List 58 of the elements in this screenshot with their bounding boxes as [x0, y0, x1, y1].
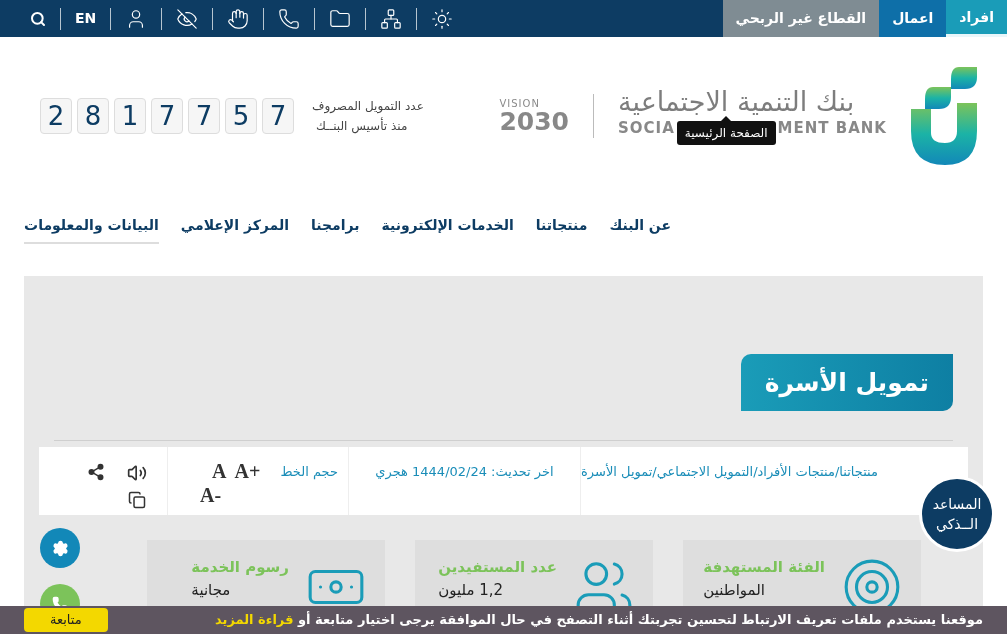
- share-icon[interactable]: [87, 463, 105, 481]
- nav-link[interactable]: الخدمات الإلكترونية: [381, 206, 514, 244]
- card-value: المواطنين: [703, 579, 766, 601]
- speaker-icon[interactable]: [127, 463, 147, 483]
- counter-label: منذ تأسيس البنــك: [316, 116, 408, 136]
- accept-button[interactable]: متابعة: [24, 608, 108, 632]
- font-smaller-button[interactable]: A-: [200, 483, 222, 507]
- card-title: الفئة المستهدفة: [703, 557, 825, 578]
- tooltip: الصفحة الرئيسية: [676, 116, 776, 145]
- breadcrumb-separator: /: [834, 463, 840, 481]
- card-title: رسوم الخدمة: [191, 557, 289, 578]
- page-title: تمويل الأسرة: [740, 354, 953, 411]
- settings-button[interactable]: [40, 528, 80, 568]
- vision-year: 2030: [499, 108, 570, 134]
- counter-digit: 7: [262, 98, 294, 134]
- folder-icon[interactable]: [329, 7, 352, 30]
- counter-digit: 1: [114, 98, 146, 134]
- breadcrumb-separator: /: [753, 464, 758, 479]
- smart-assistant-button[interactable]: المساعد الــذكي: [919, 476, 995, 552]
- last-updated: اخر تحديث: 1444/02/24 هجري: [375, 463, 554, 482]
- counter-digit: 8: [77, 98, 109, 134]
- breadcrumb-separator: /: [652, 463, 657, 479]
- cookie-message: موقعنا يستخدم ملفات تعريف الارتباط لتحسين تجربتك أثناء التصفح في حال الموافقة يرجى اختيار متابعة أو قراءة المزيد: [215, 610, 983, 630]
- counter-digit: 7: [188, 98, 220, 134]
- sitemap-icon[interactable]: [380, 7, 403, 30]
- phone-icon[interactable]: [278, 7, 301, 30]
- font-normal-button[interactable]: A: [212, 459, 227, 483]
- bank-name-english: MENT BANK: [777, 118, 887, 139]
- font-larger-button[interactable]: A+: [234, 459, 261, 483]
- nav-link[interactable]: البيانات والمعلومات: [24, 206, 159, 244]
- nav-link[interactable]: منتجاتنا: [535, 206, 588, 244]
- font-size-label: حجم الخط: [280, 463, 338, 482]
- nav-link[interactable]: برامجنا: [310, 206, 360, 244]
- read-more-link[interactable]: قراءة المزيد: [215, 612, 294, 628]
- counter-label: عدد التمويل المصروف: [312, 98, 424, 116]
- counter-digit: 7: [151, 98, 183, 134]
- nav-link[interactable]: عن البنك: [609, 206, 671, 244]
- language-link[interactable]: EN: [75, 8, 97, 29]
- hand-icon[interactable]: [227, 7, 250, 30]
- audience-tab[interactable]: اعمال: [879, 0, 947, 37]
- breadcrumb-link[interactable]: تمويل الأسرة: [581, 462, 653, 515]
- eye-off-icon[interactable]: [176, 7, 199, 30]
- search-icon[interactable]: [30, 10, 46, 27]
- breadcrumb-link[interactable]: منتجاتنا: [839, 462, 878, 515]
- logo-icon[interactable]: [911, 67, 979, 165]
- bank-name-english: SOCIA: [618, 118, 675, 139]
- nav-link[interactable]: المركز الإعلامي: [180, 206, 289, 244]
- card-value: مجانية: [191, 579, 231, 601]
- breadcrumb-link[interactable]: التمويل الاجتماعي: [656, 462, 754, 515]
- counter-digit: 2: [40, 98, 72, 134]
- breadcrumb-link[interactable]: منتجات الأفراد: [757, 462, 835, 515]
- copy-icon[interactable]: [128, 491, 146, 509]
- card-title: عدد المستفيدين: [438, 557, 557, 578]
- vision-text: VISION: [499, 98, 540, 109]
- gear-icon: [51, 539, 69, 557]
- counter-digit: 5: [225, 98, 257, 134]
- card-value: 1,2 مليون: [438, 579, 504, 601]
- bank-name[interactable]: بنك التنمية الاجتماعية: [618, 87, 855, 117]
